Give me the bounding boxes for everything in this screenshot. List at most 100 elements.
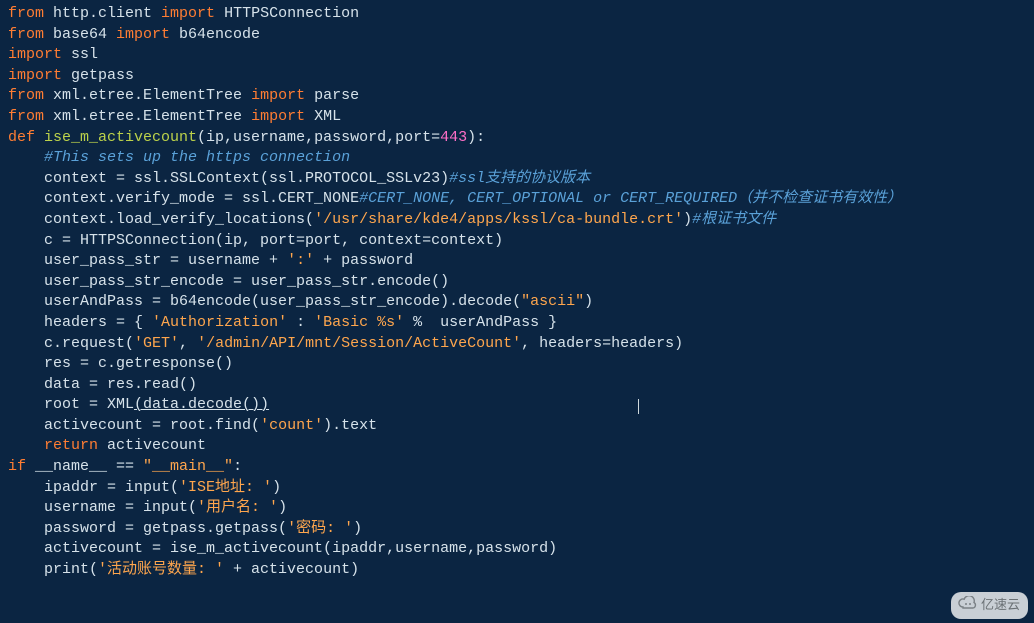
code-line[interactable]: def ise_m_activecount(ip,username,passwo… <box>8 128 1026 149</box>
code-token: ) <box>278 499 287 516</box>
code-token: ipaddr = input( <box>44 479 179 496</box>
code-line[interactable]: user_pass_str_encode = user_pass_str.enc… <box>8 272 1026 293</box>
code-token: from <box>8 5 44 22</box>
code-token: parse <box>305 87 359 104</box>
code-token: if <box>8 458 26 475</box>
code-token: xml.etree.ElementTree <box>44 87 251 104</box>
code-token: '用户名: ' <box>197 499 278 516</box>
code-token: activecount = ise_m_activecount(ipaddr,u… <box>44 540 557 557</box>
code-token: ) <box>353 520 362 537</box>
code-token: context = ssl.SSLContext(ssl.PROTOCOL_SS… <box>44 170 449 187</box>
code-line[interactable]: username = input('用户名: ') <box>8 498 1026 519</box>
code-token: import <box>161 5 215 22</box>
code-token: import <box>116 26 170 43</box>
code-token: HTTPSConnection <box>215 5 359 22</box>
code-line[interactable]: from xml.etree.ElementTree import parse <box>8 86 1026 107</box>
code-token: ) <box>584 293 593 310</box>
code-line[interactable]: c = HTTPSConnection(ip, port=port, conte… <box>8 231 1026 252</box>
code-line[interactable]: password = getpass.getpass('密码: ') <box>8 519 1026 540</box>
code-token: import <box>251 108 305 125</box>
code-token: c = HTTPSConnection(ip, port=port, conte… <box>44 232 503 249</box>
code-token: "ascii" <box>521 293 584 310</box>
code-token: http.client <box>44 5 161 22</box>
code-token: '/admin/API/mnt/Session/ActiveCount' <box>197 335 521 352</box>
code-token: 'GET' <box>134 335 179 352</box>
code-token: #CERT_NONE, CERT_OPTIONAL or CERT_REQUIR… <box>359 190 902 207</box>
code-token: ssl <box>62 46 98 63</box>
code-token: return <box>44 437 98 454</box>
text-cursor <box>638 399 640 414</box>
code-token: : <box>287 314 314 331</box>
code-token: activecount = root.find( <box>44 417 260 434</box>
code-token: __name__ == <box>26 458 143 475</box>
code-token: (data.decode()) <box>134 396 269 413</box>
code-line[interactable]: #This sets up the https connection <box>8 148 1026 169</box>
code-token: base64 <box>44 26 116 43</box>
code-line[interactable]: data = res.read() <box>8 375 1026 396</box>
code-line[interactable]: activecount = ise_m_activecount(ipaddr,u… <box>8 539 1026 560</box>
code-token: ise_m_activecount <box>44 129 197 146</box>
code-token: '密码: ' <box>287 520 353 537</box>
code-token: 443 <box>440 129 467 146</box>
code-line[interactable]: context = ssl.SSLContext(ssl.PROTOCOL_SS… <box>8 169 1026 190</box>
code-line[interactable]: activecount = root.find('count').text <box>8 416 1026 437</box>
code-line[interactable]: user_pass_str = username + ':' + passwor… <box>8 251 1026 272</box>
code-line[interactable]: root = XML(data.decode()) <box>8 395 1026 416</box>
code-token: getpass <box>62 67 134 84</box>
code-token: root = XML <box>44 396 134 413</box>
cloud-icon <box>957 596 977 610</box>
code-token: import <box>8 46 62 63</box>
code-token: 'ISE地址: ' <box>179 479 272 496</box>
code-token: ).text <box>323 417 377 434</box>
code-token: + password <box>314 252 413 269</box>
code-line[interactable]: import ssl <box>8 45 1026 66</box>
code-line[interactable]: if __name__ == "__main__": <box>8 457 1026 478</box>
code-line[interactable]: context.load_verify_locations('/usr/shar… <box>8 210 1026 231</box>
code-line[interactable]: userAndPass = b64encode(user_pass_str_en… <box>8 292 1026 313</box>
watermark-badge: 亿速云 <box>951 592 1028 619</box>
code-line[interactable]: import getpass <box>8 66 1026 87</box>
code-token: XML <box>305 108 341 125</box>
code-token: user_pass_str = username + <box>44 252 287 269</box>
code-line[interactable]: c.request('GET', '/admin/API/mnt/Session… <box>8 334 1026 355</box>
code-token: (ip,username,password,port= <box>197 129 440 146</box>
code-line[interactable]: ipaddr = input('ISE地址: ') <box>8 478 1026 499</box>
code-token: from <box>8 108 44 125</box>
code-token: '活动账号数量: ' <box>98 561 224 578</box>
code-line[interactable]: context.verify_mode = ssl.CERT_NONE#CERT… <box>8 189 1026 210</box>
code-line[interactable]: from xml.etree.ElementTree import XML <box>8 107 1026 128</box>
code-token: password = getpass.getpass( <box>44 520 287 537</box>
code-token: data = res.read() <box>44 376 197 393</box>
code-line[interactable]: return activecount <box>8 436 1026 457</box>
code-token: userAndPass = b64encode(user_pass_str_en… <box>44 293 521 310</box>
code-token: #ssl支持的协议版本 <box>449 170 590 187</box>
code-token: def <box>8 129 44 146</box>
code-token: #This sets up the https connection <box>44 149 350 166</box>
watermark-text: 亿速云 <box>981 595 1020 616</box>
code-token: user_pass_str_encode = user_pass_str.enc… <box>44 273 449 290</box>
code-token: , headers=headers) <box>521 335 683 352</box>
code-token: headers = { <box>44 314 152 331</box>
code-token: activecount <box>98 437 206 454</box>
code-token: ':' <box>287 252 314 269</box>
code-token: ) <box>683 211 692 228</box>
code-token: import <box>8 67 62 84</box>
code-line[interactable]: from http.client import HTTPSConnection <box>8 4 1026 25</box>
code-token: c.request( <box>44 335 134 352</box>
code-token: username = input( <box>44 499 197 516</box>
code-line[interactable]: print('活动账号数量: ' + activecount) <box>8 560 1026 581</box>
code-token: from <box>8 26 44 43</box>
code-token: print( <box>44 561 98 578</box>
code-token: context.verify_mode = ssl.CERT_NONE <box>44 190 359 207</box>
code-token: context.load_verify_locations( <box>44 211 314 228</box>
code-token: 'count' <box>260 417 323 434</box>
code-editor[interactable]: from http.client import HTTPSConnectionf… <box>0 0 1034 585</box>
code-line[interactable]: res = c.getresponse() <box>8 354 1026 375</box>
code-token: : <box>233 458 242 475</box>
code-token: import <box>251 87 305 104</box>
code-token: xml.etree.ElementTree <box>44 108 251 125</box>
code-line[interactable]: from base64 import b64encode <box>8 25 1026 46</box>
code-token: , <box>179 335 197 352</box>
code-token: + activecount) <box>224 561 359 578</box>
code-line[interactable]: headers = { 'Authorization' : 'Basic %s'… <box>8 313 1026 334</box>
